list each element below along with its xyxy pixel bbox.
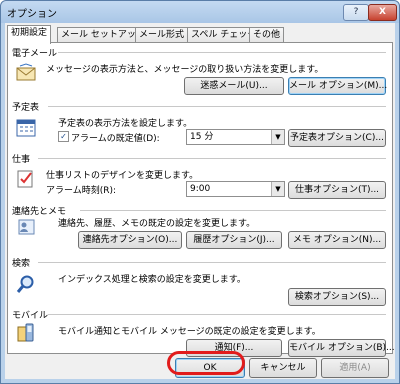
task-options-button[interactable]: 仕事オプション(T)... xyxy=(288,181,386,199)
section-mail-title: 電子メール xyxy=(12,49,58,59)
divider xyxy=(80,210,386,211)
envelope-icon xyxy=(16,63,36,81)
mobile-options-button[interactable]: モバイル オプション(B)... xyxy=(288,339,395,357)
divider xyxy=(58,52,386,53)
close-button[interactable]: X xyxy=(368,4,397,21)
magnifier-icon xyxy=(16,275,34,293)
section-mobile-title: モバイル xyxy=(12,311,49,321)
chevron-down-icon[interactable]: ▼ xyxy=(271,130,284,144)
divider xyxy=(38,158,386,159)
note-options-button[interactable]: メモ オプション(N)... xyxy=(288,231,386,249)
task-icon xyxy=(17,170,33,188)
contact-options-button[interactable]: 連絡先オプション(O)... xyxy=(78,231,182,249)
task-alarm-select[interactable]: 9:00 ▼ xyxy=(186,181,285,197)
tab-other[interactable]: その他 xyxy=(249,27,285,43)
divider xyxy=(38,262,386,263)
alarm-default-checkbox[interactable]: ✓ xyxy=(58,131,69,142)
divider xyxy=(48,314,386,315)
tab-general[interactable]: 初期設定 xyxy=(7,25,52,44)
section-tasks-title: 仕事 xyxy=(12,155,31,165)
mobile-description: モバイル通知とモバイル メッセージの既定の設定を変更します。 xyxy=(58,327,321,337)
task-alarm-label: アラーム時刻(R): xyxy=(46,186,117,196)
search-description: インデックス処理と検索の設定を変更します。 xyxy=(58,275,246,285)
ok-button-highlight xyxy=(167,351,245,375)
alarm-default-select[interactable]: 15 分 ▼ xyxy=(186,129,285,145)
general-panel: 電子メール メッセージの表示方法と、メッセージの取り扱い方法を変更します。 迷惑… xyxy=(7,42,395,357)
divider xyxy=(48,106,386,107)
tab-mail-format[interactable]: メール形式 xyxy=(135,27,189,43)
section-search-title: 検索 xyxy=(12,259,31,269)
title-bar[interactable]: オプション ? X xyxy=(1,1,399,23)
mobile-phone-icon xyxy=(17,323,34,342)
mail-description: メッセージの表示方法と、メッセージの取り扱い方法を変更します。 xyxy=(46,65,324,75)
cancel-button[interactable]: キャンセル xyxy=(249,358,317,378)
calendar-description: 予定表の表示方法を設定します。 xyxy=(58,119,193,129)
contacts-description: 連絡先、履歴、メモの既定の設定を変更します。 xyxy=(58,219,256,229)
tasks-description: 仕事リストのデザインを変更します。 xyxy=(46,171,199,181)
window-title: オプション xyxy=(7,9,57,20)
alarm-default-value: 15 分 xyxy=(190,132,214,142)
task-alarm-value: 9:00 xyxy=(190,184,211,194)
options-dialog: オプション ? X 初期設定 メール セットアップ メール形式 スペル チェック… xyxy=(0,0,400,384)
apply-button[interactable]: 適用(A) xyxy=(321,358,389,378)
calendar-options-button[interactable]: 予定表オプション(C)... xyxy=(288,129,386,147)
dialog-client: 初期設定 メール セットアップ メール形式 スペル チェック その他 電子メール… xyxy=(5,23,395,379)
search-options-button[interactable]: 検索オプション(S)... xyxy=(288,288,386,306)
chevron-down-icon[interactable]: ▼ xyxy=(271,182,284,196)
help-button[interactable]: ? xyxy=(343,4,369,21)
calendar-icon xyxy=(16,119,36,137)
journal-options-button[interactable]: 履歴オプション(J)... xyxy=(186,231,282,249)
mail-options-button[interactable]: メール オプション(M)... xyxy=(288,77,387,95)
section-calendar-title: 予定表 xyxy=(12,103,40,113)
alarm-default-label: アラームの既定値(D): xyxy=(71,134,160,144)
junk-mail-button[interactable]: 迷惑メール(U)... xyxy=(184,77,284,95)
contact-card-icon xyxy=(18,219,35,235)
